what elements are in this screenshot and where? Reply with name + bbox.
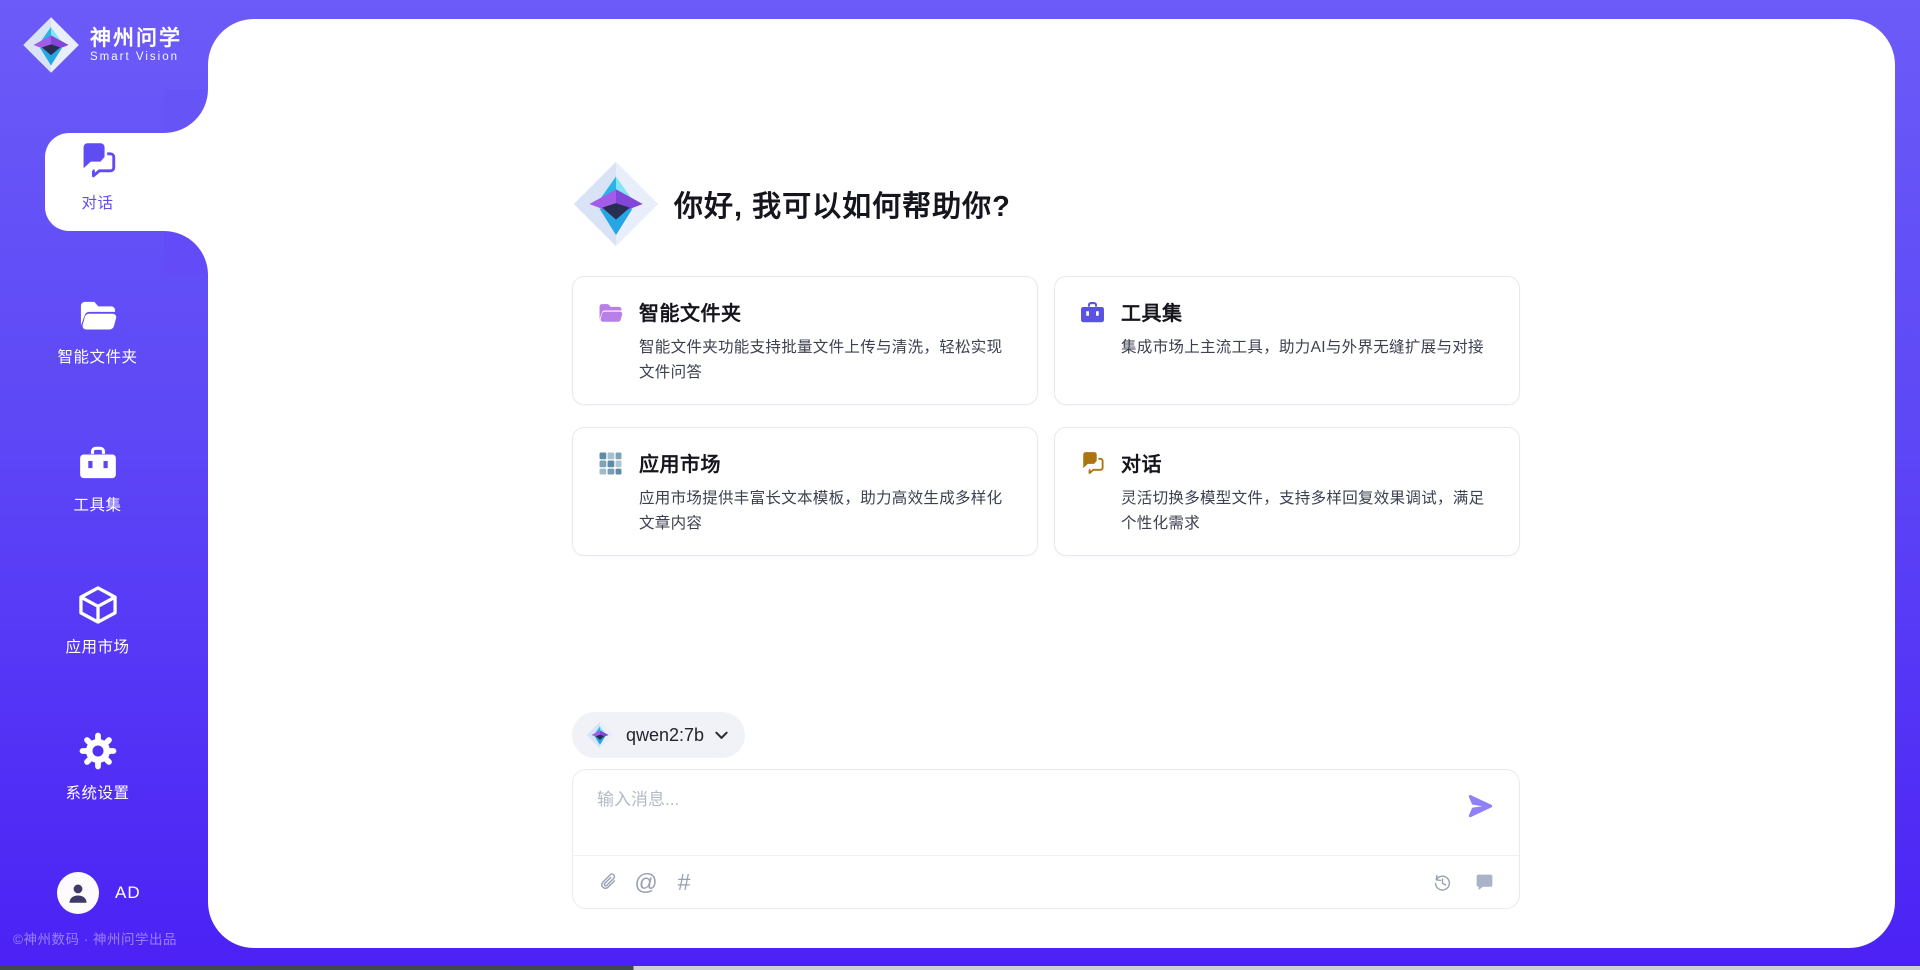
model-name: qwen2:7b	[626, 725, 704, 746]
brand-subtitle: Smart Vision	[90, 51, 182, 63]
brand: 神州问学 Smart Vision	[22, 16, 182, 74]
sidebar-item-settings[interactable]: 系统设置	[0, 730, 195, 803]
cube-icon	[77, 584, 119, 626]
message-input[interactable]	[573, 770, 1519, 810]
hashtag-button[interactable]: #	[671, 869, 697, 895]
welcome-diamond-logo-icon	[572, 160, 660, 248]
model-selector[interactable]: qwen2:7b	[572, 712, 745, 758]
card-description: 应用市场提供丰富长文本模板，助力高效生成多样化文章内容	[639, 486, 1013, 536]
send-button[interactable]	[1463, 790, 1497, 824]
message-composer: @ #	[572, 769, 1520, 909]
folder-icon	[597, 299, 624, 326]
card-app-market[interactable]: 应用市场 应用市场提供丰富长文本模板，助力高效生成多样化文章内容	[572, 427, 1038, 556]
sidebar-item-label: 智能文件夹	[57, 345, 137, 367]
sidebar-item-app-market[interactable]: 应用市场	[0, 584, 195, 657]
sidebar-item-label: 对话	[81, 191, 113, 213]
gear-icon	[77, 730, 119, 772]
avatar[interactable]	[57, 872, 99, 914]
sidebar-item-label: 系统设置	[65, 781, 129, 803]
sidebar-item-toolset[interactable]: 工具集	[0, 442, 195, 515]
copyright-footer: ©神州数码 · 神州问学出品	[13, 928, 208, 948]
conversation-button[interactable]	[1471, 869, 1497, 895]
chat-bubble-icon	[1474, 872, 1495, 893]
toolbox-icon	[77, 442, 119, 484]
bottom-edge-strip	[0, 966, 1920, 970]
folder-icon	[77, 294, 119, 336]
card-chat[interactable]: 对话 灵活切换多模型文件，支持多样回复效果调试，满足个性化需求	[1054, 427, 1520, 556]
brand-diamond-logo-icon	[22, 16, 80, 74]
card-title: 工具集	[1121, 297, 1484, 326]
greeting-title: 你好, 我可以如何帮助你?	[674, 183, 1011, 225]
history-button[interactable]	[1429, 869, 1455, 895]
paperclip-icon	[598, 872, 619, 893]
composer-toolbar: @ #	[573, 856, 1519, 908]
card-description: 灵活切换多模型文件，支持多样回复效果调试，满足个性化需求	[1121, 486, 1495, 536]
feature-cards: 智能文件夹 智能文件夹功能支持批量文件上传与清洗，轻松实现文件问答 工具集 集成…	[572, 276, 1520, 556]
sidebar-item-chat[interactable]: 对话	[0, 140, 195, 213]
app-root: 神州问学 Smart Vision 对话 智能文件夹 工具集 应用市场 系统设置	[0, 0, 1920, 970]
brand-name: 神州问学	[90, 27, 182, 51]
card-title: 智能文件夹	[639, 297, 1013, 326]
welcome-header: 你好, 我可以如何帮助你?	[572, 160, 1011, 248]
send-icon	[1465, 791, 1495, 821]
sidebar-item-smart-folder[interactable]: 智能文件夹	[0, 294, 195, 367]
attach-file-button[interactable]	[595, 869, 621, 895]
model-diamond-logo-icon	[586, 721, 614, 749]
chevron-down-icon	[714, 728, 729, 743]
card-smart-folder[interactable]: 智能文件夹 智能文件夹功能支持批量文件上传与清洗，轻松实现文件问答	[572, 276, 1038, 405]
grid-icon	[597, 450, 624, 477]
chat-icon	[77, 140, 119, 182]
sidebar: 神州问学 Smart Vision 对话 智能文件夹 工具集 应用市场 系统设置	[0, 0, 208, 970]
card-toolset[interactable]: 工具集 集成市场上主流工具，助力AI与外界无缝扩展与对接	[1054, 276, 1520, 405]
card-title: 对话	[1121, 448, 1495, 477]
card-description: 集成市场上主流工具，助力AI与外界无缝扩展与对接	[1121, 335, 1484, 360]
card-description: 智能文件夹功能支持批量文件上传与清洗，轻松实现文件问答	[639, 335, 1013, 385]
chat-icon	[1079, 450, 1106, 477]
toolbox-icon	[1079, 299, 1106, 326]
card-title: 应用市场	[639, 448, 1013, 477]
user-account[interactable]: AD	[57, 872, 141, 914]
person-icon	[65, 880, 91, 906]
history-icon	[1432, 872, 1453, 893]
sidebar-item-label: 应用市场	[65, 635, 129, 657]
input-row	[573, 770, 1519, 856]
mention-button[interactable]: @	[633, 869, 659, 895]
user-name: AD	[115, 883, 141, 903]
sidebar-item-label: 工具集	[73, 493, 121, 515]
